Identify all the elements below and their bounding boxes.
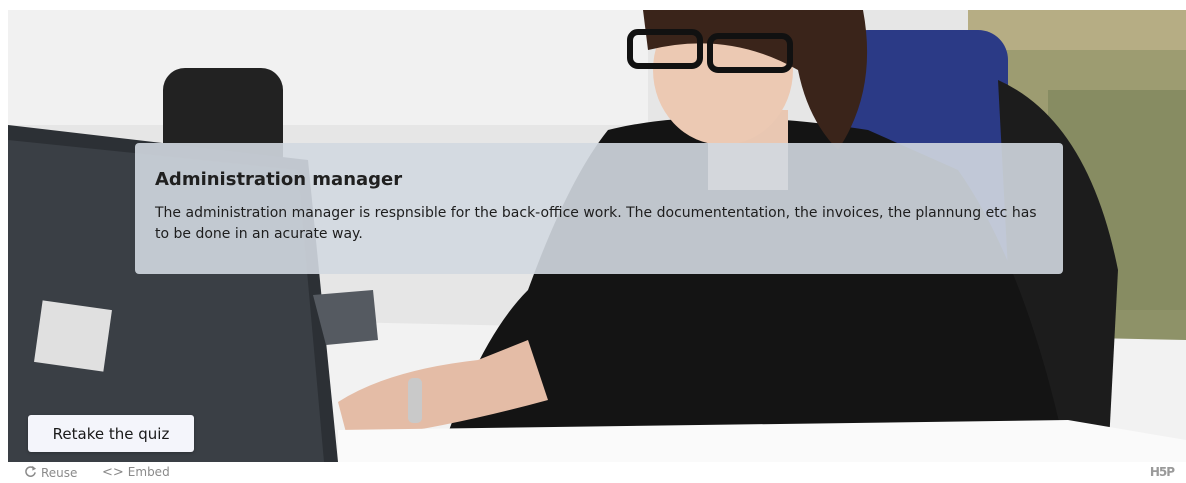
embed-label: Embed (127, 465, 170, 479)
h5p-footer: Reuse <> Embed H5P (0, 462, 1186, 483)
result-title: Administration manager (155, 169, 403, 190)
result-screen: Administration manager The administratio… (8, 10, 1186, 462)
reuse-link[interactable]: Reuse (24, 465, 77, 481)
retake-quiz-button[interactable]: Retake the quiz (28, 415, 194, 452)
result-description: The administration manager is respnsible… (155, 205, 1037, 242)
code-icon: <> (102, 464, 124, 480)
embed-link[interactable]: <> Embed (102, 465, 170, 479)
refresh-icon (24, 465, 37, 481)
h5p-logo: H5P (1149, 465, 1175, 479)
feedback-panel: Administration manager The administratio… (135, 143, 1063, 274)
reuse-label: Reuse (41, 466, 78, 480)
